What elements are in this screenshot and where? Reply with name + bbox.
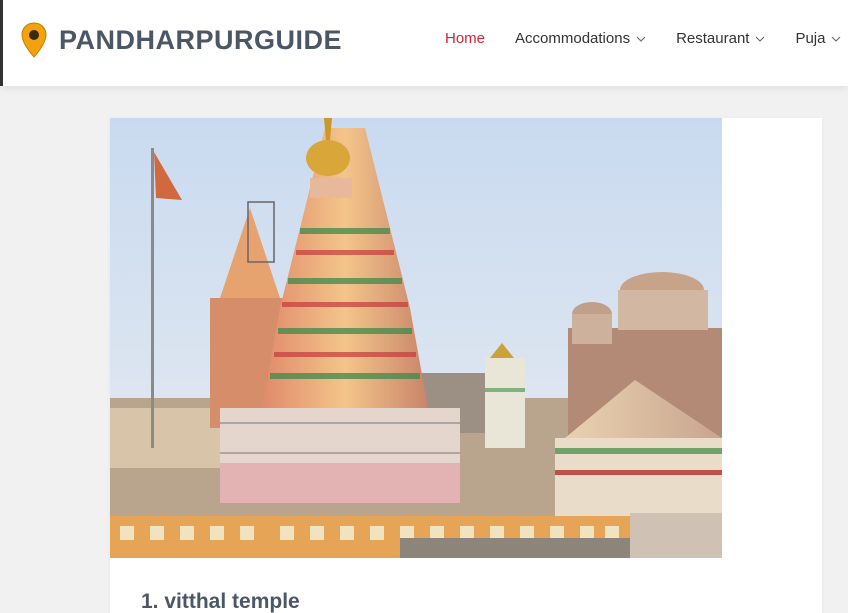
map-pin-icon [21, 22, 47, 58]
temple-photo[interactable] [110, 118, 722, 558]
nav-item-restaurant[interactable]: Restaurant [676, 30, 765, 47]
nav-item-label: Accommodations [515, 30, 631, 47]
card-title[interactable]: 1. vitthal temple [141, 590, 300, 613]
main-navigation: Home Accommodations Restaurant Puja [445, 30, 848, 47]
nav-item-accommodations[interactable]: Accommodations [515, 30, 646, 47]
nav-item-label: Home [445, 30, 486, 47]
site-header: PANDHARPURGUIDE Home Accommodations Rest… [0, 0, 848, 86]
nav-item-puja[interactable]: Puja [795, 30, 841, 47]
site-name: PANDHARPURGUIDE [59, 24, 343, 55]
site-logo[interactable]: PANDHARPURGUIDE [21, 22, 342, 58]
chevron-down-icon [636, 36, 646, 42]
chevron-down-icon [832, 36, 841, 42]
chevron-down-icon [756, 36, 765, 42]
nav-item-home[interactable]: Home [445, 30, 485, 47]
nav-item-label: Puja [795, 30, 826, 47]
attraction-card: 1. vitthal temple [110, 118, 822, 613]
nav-item-label: Restaurant [676, 30, 750, 47]
